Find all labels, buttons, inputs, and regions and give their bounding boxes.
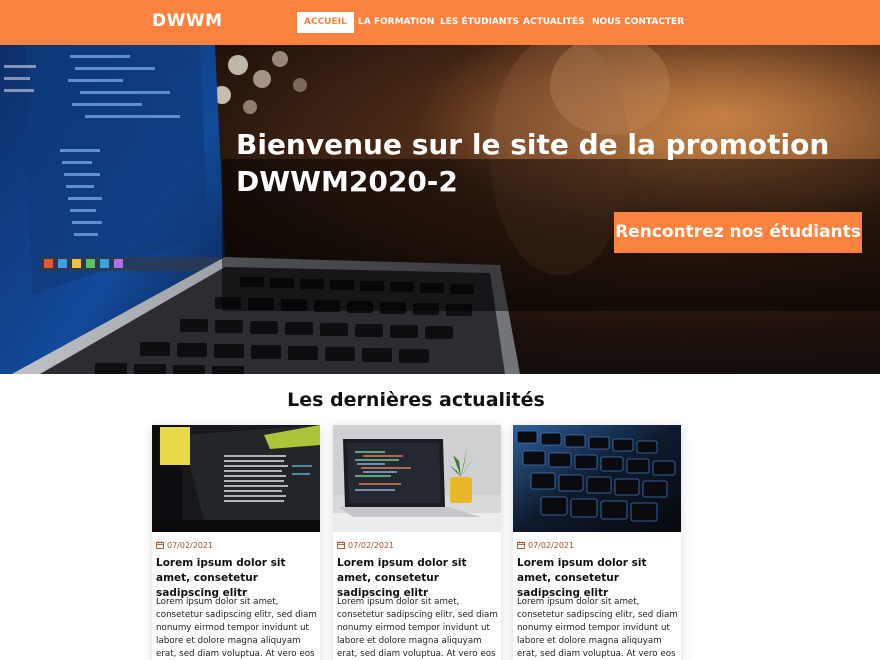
news-card-text: Lorem ipsum dolor sit amet, consetetur s… [337, 597, 498, 659]
calendar-icon [517, 541, 525, 549]
news-card[interactable]: 07/02/2021 Lorem ipsum dolor sit amet, c… [513, 425, 681, 660]
brand-logo[interactable]: DWWM [152, 11, 223, 31]
news-card-image [513, 425, 681, 532]
news-card-title[interactable]: Lorem ipsum dolor sit amet, consetetur s… [517, 556, 679, 601]
hero-banner [0, 45, 880, 374]
news-section-title: Les dernières actualités [287, 389, 545, 411]
nav-item-accueil[interactable]: ACCUEIL [297, 12, 354, 33]
news-card-date-text: 07/02/2021 [348, 541, 395, 550]
news-card-date: 07/02/2021 [156, 541, 213, 550]
news-card[interactable]: 07/02/2021 Lorem ipsum dolor sit amet, c… [333, 425, 501, 660]
news-card-title[interactable]: Lorem ipsum dolor sit amet, consetetur s… [337, 556, 499, 601]
news-card-text: Lorem ipsum dolor sit amet, consetetur s… [517, 597, 678, 659]
news-card-text: Lorem ipsum dolor sit amet, consetetur s… [156, 597, 317, 659]
calendar-icon [337, 541, 345, 549]
nav-item-contact[interactable]: NOUS CONTACTER [592, 12, 684, 33]
nav-item-actualites[interactable]: ACTUALITÉS [523, 12, 585, 33]
news-card-image [333, 425, 501, 532]
hero-title: Bienvenue sur le site de la promotion DW… [236, 128, 830, 198]
nav-item-formation[interactable]: LA FORMATION [358, 12, 434, 33]
meet-students-button[interactable]: Rencontrez nos étudiants [614, 212, 862, 253]
news-card-date-text: 07/02/2021 [167, 541, 214, 550]
news-card-date: 07/02/2021 [337, 541, 394, 550]
navbar: DWWM ACCUEIL LA FORMATION LES ÉTUDIANTS … [0, 0, 880, 45]
nav-item-etudiants[interactable]: LES ÉTUDIANTS [440, 12, 519, 33]
news-card[interactable]: 07/02/2021 Lorem ipsum dolor sit amet, c… [152, 425, 320, 660]
news-card-date-text: 07/02/2021 [528, 541, 575, 550]
calendar-icon [156, 541, 164, 549]
news-card-title[interactable]: Lorem ipsum dolor sit amet, consetetur s… [156, 556, 318, 601]
news-card-image [152, 425, 320, 532]
news-card-date: 07/02/2021 [517, 541, 574, 550]
